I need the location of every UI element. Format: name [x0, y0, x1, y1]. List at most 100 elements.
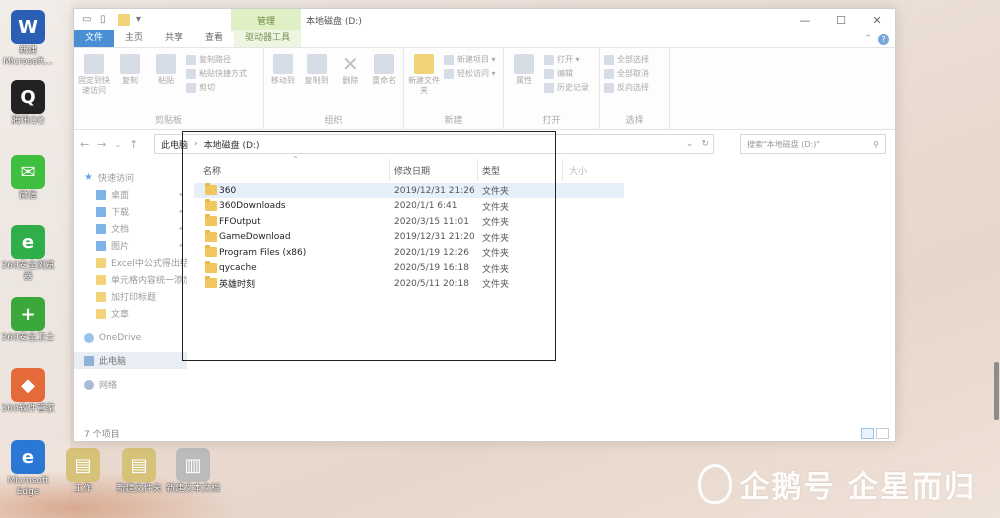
column-divider[interactable] — [562, 159, 563, 181]
chevron-up-icon[interactable]: ⌃ — [864, 34, 872, 45]
table-row[interactable]: 360 2019/12/31 21:26 文件夹 — [194, 183, 624, 198]
nav-item[interactable]: 文档 ✦ — [74, 220, 187, 237]
forward-arrow-icon[interactable]: → — [97, 138, 106, 151]
table-row[interactable]: Program Files (x86) 2020/1/19 12:26 文件夹 — [194, 245, 624, 260]
paste-label: 粘贴 — [158, 76, 174, 85]
breadcrumb-local-disk[interactable]: 本地磁盘 (D:) — [204, 138, 260, 151]
tab-home[interactable]: 主页 — [114, 30, 154, 47]
nav-item[interactable]: 加打印标题 — [74, 288, 187, 305]
open-button[interactable]: 打开 ▾ — [544, 54, 589, 65]
nav-item[interactable]: ★ 快速访问 — [74, 169, 187, 186]
up-arrow-icon[interactable]: ↑ — [129, 138, 138, 151]
select-none-button[interactable]: 全部取消 — [604, 68, 649, 79]
column-size[interactable]: 大小 — [569, 164, 587, 177]
table-row[interactable]: qycache 2020/5/19 16:18 文件夹 — [194, 260, 624, 276]
desktop-icon[interactable]: ▤ 工作 — [52, 448, 114, 495]
desktop-icon-label: 360软件管家 — [1, 404, 55, 414]
nav-item[interactable]: 桌面 ✦ — [74, 186, 187, 203]
search-input[interactable]: 搜索"本地磁盘 (D:)" ⚲ — [740, 134, 886, 154]
column-divider[interactable] — [477, 159, 478, 181]
folder-icon — [205, 198, 217, 211]
nav-item[interactable]: 单元格内容统一添加 — [74, 271, 187, 288]
select-all-button[interactable]: 全部选择 — [604, 54, 649, 65]
customize-dropdown-icon[interactable]: ▾ — [136, 14, 148, 26]
nav-item[interactable]: 图片 ✦ — [74, 237, 187, 254]
folder-quick-icon[interactable] — [118, 14, 130, 26]
minimize-button[interactable]: — — [787, 9, 823, 31]
app-icon: ▥ — [176, 448, 210, 482]
tab-share[interactable]: 共享 — [154, 30, 194, 47]
nav-item-label: 文章 — [111, 310, 130, 320]
recent-dropdown-icon[interactable]: ⌄ — [114, 140, 121, 149]
back-arrow-icon[interactable]: ← — [80, 138, 89, 151]
desktop-icon[interactable]: W 新建 Microsoft... — [0, 10, 59, 68]
context-tab-manage: 管理 — [231, 9, 301, 31]
close-button[interactable]: ✕ — [859, 9, 895, 31]
column-type[interactable]: 类型 — [482, 164, 500, 177]
refresh-icon[interactable]: ↻ — [701, 139, 709, 149]
column-date[interactable]: 修改日期 — [394, 164, 430, 177]
table-row[interactable]: 360Downloads 2020/1/1 6:41 文件夹 — [194, 198, 624, 214]
cut-button[interactable]: 剪切 — [186, 82, 247, 93]
nav-item[interactable]: OneDrive — [74, 329, 187, 346]
details-view-button[interactable] — [861, 428, 874, 439]
paste-shortcut-button[interactable]: 粘贴快捷方式 — [186, 68, 247, 79]
tab-file[interactable]: 文件 — [74, 30, 115, 47]
easy-access-button[interactable]: 轻松访问 ▾ — [444, 68, 496, 79]
file-date: 2020/1/19 12:26 — [394, 247, 469, 258]
help-icon[interactable]: ? — [878, 34, 889, 45]
breadcrumb-this-pc[interactable]: 此电脑 — [161, 138, 188, 151]
nav-item[interactable]: 此电脑 — [74, 352, 187, 369]
column-header-row: ⌃ 名称 修改日期 类型 大小 — [182, 155, 782, 181]
table-row[interactable]: GameDownload 2019/12/31 21:20 文件夹 — [194, 229, 624, 245]
address-bar-controls: ⌄ ↻ — [686, 139, 713, 149]
properties-check-icon — [514, 54, 534, 74]
delete-label: 删除 — [342, 76, 359, 85]
watermark: 企鹅号 企星而归 — [697, 462, 976, 506]
history-button[interactable]: 历史记录 — [544, 82, 589, 93]
breadcrumb-separator[interactable]: › — [194, 139, 198, 149]
folder-icon — [205, 229, 217, 242]
nav-item[interactable]: 网络 — [74, 376, 187, 393]
desktop-icon[interactable]: ▤ 新建文件夹 — [108, 448, 170, 495]
maximize-button[interactable]: ☐ — [823, 9, 859, 31]
desktop-icon[interactable]: ▥ 新建文本文档 — [162, 448, 224, 495]
desktop-icon[interactable]: Q 腾讯QQ — [0, 80, 59, 127]
invert-selection-button[interactable]: 反向选择 — [604, 82, 649, 93]
copy-path-button[interactable]: 复制路径 — [186, 54, 247, 65]
table-row[interactable]: FFOutput 2020/3/15 11:01 文件夹 — [194, 214, 624, 229]
desktop-icon[interactable]: e Microsoft Edge — [0, 440, 59, 498]
tab-drive-tools[interactable]: 驱动器工具 — [234, 30, 302, 47]
properties-quick-icon[interactable]: ▯ — [100, 14, 112, 26]
folder-icon — [205, 245, 217, 257]
desktop-icon[interactable]: ◆ 360软件管家 — [0, 368, 59, 415]
nav-item[interactable]: 文章 — [74, 305, 187, 322]
delete-x-icon: ✕ — [341, 52, 359, 76]
edit-icon — [544, 68, 554, 79]
desktop-icon[interactable]: e 360安全浏览器 — [0, 225, 59, 283]
app-icon: e — [11, 440, 45, 474]
file-list: ⌃ 名称 修改日期 类型 大小 360 2019/12/31 21:26 文件夹 36… — [182, 155, 895, 425]
window-controls: — ☐ ✕ — [787, 9, 895, 31]
nav-item[interactable]: 下载 ✦ — [74, 203, 187, 220]
nav-item[interactable]: Excel中公式得出结 — [74, 254, 187, 271]
address-dropdown-icon[interactable]: ⌄ — [686, 139, 694, 149]
app-icon: e — [11, 225, 45, 259]
address-bar[interactable]: 此电脑 › 本地磁盘 (D:) ⌄ ↻ — [154, 134, 714, 154]
ribbon-group-organize: 移动到 复制到 ✕ 删除 重命名 组织 — [264, 48, 404, 129]
explorer-body: ★ 快速访问 桌面 ✦ 下载 ✦ 文档 ✦ 图片 ✦ Excel中公式得出结 单元格内容统一添加 加打印… — [74, 155, 895, 425]
edit-button[interactable]: 编辑 — [544, 68, 589, 79]
ribbon-group-new: 新建文件夹 新建项目 ▾ 轻松访问 ▾ 新建 — [404, 48, 504, 129]
desktop-icon-label: 工作 — [73, 484, 92, 494]
large-icons-view-button[interactable] — [876, 428, 889, 439]
desktop-scrollbar-thumb[interactable] — [994, 362, 999, 420]
easy-access-icon — [444, 68, 454, 79]
new-item-button[interactable]: 新建项目 ▾ — [444, 54, 496, 65]
table-row[interactable]: 英雄时刻 2020/5/11 20:18 文件夹 — [194, 276, 624, 291]
column-name[interactable]: 名称 — [203, 164, 221, 177]
column-divider[interactable] — [389, 159, 390, 181]
desktop-icon[interactable]: ✉ 微信 — [0, 155, 59, 202]
tab-view[interactable]: 查看 — [194, 30, 234, 47]
desktop-icon[interactable]: +360安全卫士 — [0, 297, 59, 344]
